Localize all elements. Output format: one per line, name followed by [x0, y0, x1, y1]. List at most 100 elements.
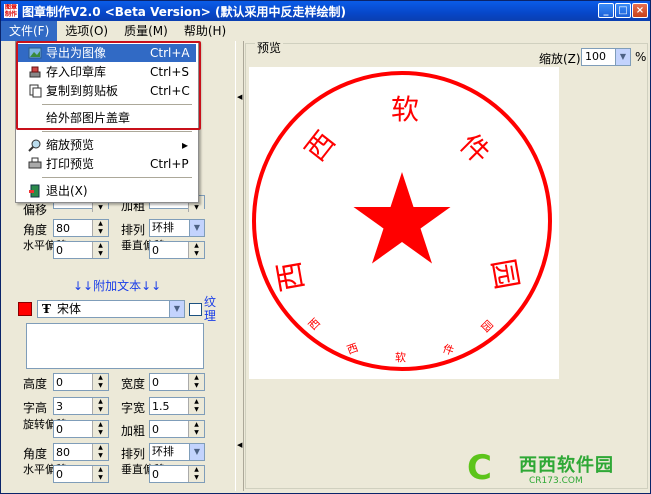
- maximize-button[interactable]: □: [615, 3, 631, 18]
- width-input[interactable]: [150, 374, 184, 390]
- site-watermark: C 西西软件园 CR173.COM: [459, 447, 649, 491]
- window-title: 图章制作V2.0 <Beta Version> (默认采用中反走样绘制): [22, 4, 347, 19]
- arrange-select[interactable]: 环排 ▼: [149, 443, 205, 461]
- upper-angle-input[interactable]: [54, 220, 88, 236]
- upper-hoffset-spinner[interactable]: ▲▼: [53, 241, 109, 259]
- upper-arrange-label: 排列: [121, 223, 146, 237]
- spin-arrows-icon[interactable]: ▲▼: [92, 242, 108, 258]
- chevron-down-icon[interactable]: ▼: [189, 220, 204, 236]
- spin-arrows-icon[interactable]: ▲▼: [92, 466, 108, 482]
- spin-arrows-icon[interactable]: ▲▼: [188, 466, 204, 482]
- texture-checkbox[interactable]: [189, 303, 202, 316]
- color-swatch[interactable]: [18, 302, 32, 316]
- menu-options[interactable]: 选项(O): [57, 21, 116, 41]
- chevron-down-icon[interactable]: ▼: [169, 301, 184, 317]
- collapse-left-icon[interactable]: ◀: [237, 441, 242, 449]
- upper-hoffset-input[interactable]: [54, 242, 88, 258]
- menu-separator: [42, 177, 192, 178]
- height-input[interactable]: [54, 374, 88, 390]
- font-name: 宋体: [56, 302, 81, 316]
- char-width-label: 字宽: [121, 401, 146, 415]
- bold-input[interactable]: [150, 421, 184, 437]
- angle-input[interactable]: [54, 444, 88, 460]
- char-height-input[interactable]: [54, 398, 88, 414]
- spin-arrows-icon[interactable]: ▲▼: [92, 220, 108, 236]
- submenu-arrow-icon: ▸: [182, 138, 189, 152]
- chevron-down-icon[interactable]: ▼: [615, 49, 630, 65]
- angle-spinner[interactable]: ▲▼: [53, 443, 109, 461]
- menu-file[interactable]: 文件(F): [1, 21, 58, 41]
- menu-zoom-preview[interactable]: 缩放预览 ▸: [18, 136, 196, 154]
- spin-arrows-icon[interactable]: ▲▼: [188, 374, 204, 390]
- minimize-button[interactable]: _: [598, 3, 614, 18]
- close-button[interactable]: ×: [632, 3, 648, 18]
- zoom-icon: [28, 139, 41, 152]
- print-icon: [28, 157, 42, 169]
- spin-arrows-icon[interactable]: ▲▼: [92, 398, 108, 414]
- spin-arrows-icon[interactable]: ▲▼: [188, 421, 204, 437]
- upper-angle-row: 角度 ▲▼ 排列 环排 ▼: [13, 219, 213, 239]
- seal-arc-char: 件: [453, 127, 496, 170]
- arrange-label: 排列: [121, 447, 146, 461]
- upper-voffset-input[interactable]: [150, 242, 184, 258]
- menu-item-shortcut: Ctrl+P: [150, 157, 189, 171]
- spin-arrows-icon[interactable]: ▲▼: [188, 242, 204, 258]
- voffset-spinner[interactable]: ▲▼: [149, 465, 205, 483]
- highlight-annotation: [16, 41, 201, 130]
- width-spinner[interactable]: ▲▼: [149, 373, 205, 391]
- bold-spinner[interactable]: ▲▼: [149, 420, 205, 438]
- seal-bottom-char: 西: [306, 316, 323, 333]
- panel-splitter[interactable]: ◀ ◀: [235, 41, 244, 491]
- upper-voffset-label: 垂直偏移: [121, 239, 165, 252]
- upper-offset-row: 水平偏移 ▲▼ 垂直偏移 ▲▼: [13, 239, 213, 261]
- menu-item-label: 打印预览: [46, 157, 95, 171]
- spin-arrows-icon[interactable]: ▲▼: [92, 421, 108, 437]
- seal-star: [353, 172, 451, 264]
- char-width-spinner[interactable]: ▲▼: [149, 397, 205, 415]
- menu-separator: [42, 131, 192, 132]
- char-height-spinner[interactable]: ▲▼: [53, 397, 109, 415]
- font-select[interactable]: Ŧ 宋体 ▼: [37, 300, 185, 318]
- seal-bottom-char: 园: [478, 318, 495, 335]
- menu-help[interactable]: 帮助(H): [176, 21, 234, 41]
- truetype-icon: Ŧ: [42, 302, 51, 316]
- upper-angle-spinner[interactable]: ▲▼: [53, 219, 109, 237]
- rotate-spinner[interactable]: ▲▼: [53, 420, 109, 438]
- hoffset-label: 水平偏移: [23, 463, 67, 476]
- voffset-label: 垂直偏移: [121, 463, 165, 476]
- menu-print-preview[interactable]: 打印预览 Ctrl+P: [18, 155, 196, 173]
- title-bar[interactable]: 图章 制作 图章制作V2.0 <Beta Version> (默认采用中反走样绘制…: [1, 1, 650, 21]
- seal-bottom-char: 软: [395, 350, 406, 364]
- char-height-label: 字高: [23, 401, 48, 415]
- spin-arrows-icon[interactable]: ▲▼: [188, 398, 204, 414]
- seal-bottom-char: 西: [345, 341, 360, 357]
- seal-arc-char: 园: [484, 256, 524, 292]
- rotate-row: 旋转偏移 ▲▼ 加粗 ▲▼: [13, 419, 213, 440]
- voffset-input[interactable]: [150, 466, 184, 482]
- spin-arrows-icon[interactable]: ▲▼: [92, 374, 108, 390]
- collapse-left-icon[interactable]: ◀: [237, 93, 242, 101]
- exit-icon: [29, 184, 40, 198]
- rotate-input[interactable]: [54, 421, 88, 437]
- upper-hoffset-label: 水平偏移: [23, 239, 67, 252]
- seal-preview-canvas[interactable]: 西 软 件 西 园 西 西 软 件 园: [249, 67, 559, 379]
- zoom-select[interactable]: 100 ▼: [581, 48, 631, 66]
- seal-graphic: 西 软 件 西 园 西 西 软 件 园: [252, 71, 552, 371]
- menu-exit[interactable]: 退出(X): [18, 182, 196, 200]
- char-width-input[interactable]: [150, 398, 184, 414]
- zoom-unit: %: [635, 50, 647, 64]
- hoffset-spinner[interactable]: ▲▼: [53, 465, 109, 483]
- height-spinner[interactable]: ▲▼: [53, 373, 109, 391]
- text-input-area[interactable]: [26, 323, 204, 369]
- add-text-toggle[interactable]: ↓↓附加文本↓↓: [73, 277, 161, 294]
- seal-bottom-char: 件: [441, 342, 456, 358]
- upper-arrange-select[interactable]: 环排 ▼: [149, 219, 205, 237]
- height-row: 高度 ▲▼ 宽度 ▲▼: [13, 373, 213, 393]
- hoffset-input[interactable]: [54, 466, 88, 482]
- spin-arrows-icon[interactable]: ▲▼: [92, 444, 108, 460]
- upper-voffset-spinner[interactable]: ▲▼: [149, 241, 205, 259]
- char-size-row: 字高 ▲▼ 字宽 ▲▼: [13, 397, 213, 417]
- chevron-down-icon[interactable]: ▼: [189, 444, 204, 460]
- seal-arc-char: 西: [299, 125, 342, 167]
- menu-quality[interactable]: 质量(M): [116, 21, 176, 41]
